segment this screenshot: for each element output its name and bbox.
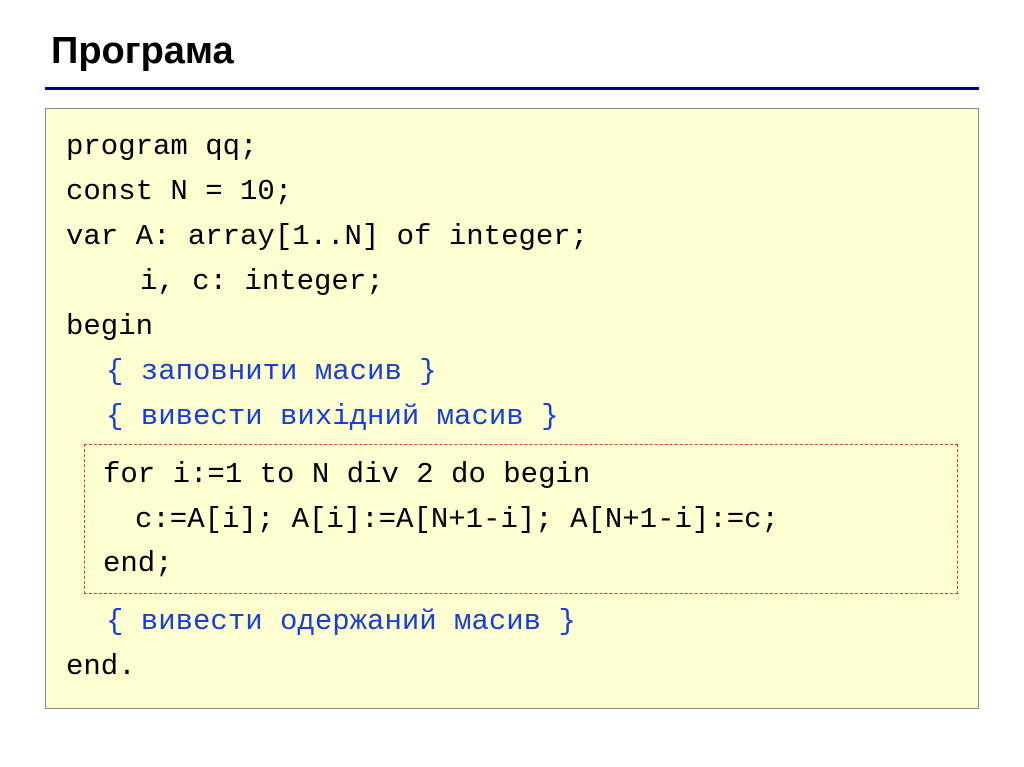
code-line: end; xyxy=(99,542,943,587)
highlighted-loop-box: for i:=1 to N div 2 do begin c:=A[i]; A[… xyxy=(84,444,958,595)
code-line: begin xyxy=(66,305,958,350)
code-line: c:=A[i]; A[i]:=A[N+1-i]; A[N+1-i]:=c; xyxy=(99,498,943,543)
code-line: end. xyxy=(66,645,958,690)
code-block: program qq; const N = 10; var A: array[1… xyxy=(45,108,979,709)
code-comment: { вивести вихідний масив } xyxy=(66,395,958,440)
code-line: const N = 10; xyxy=(66,170,958,215)
slide-title: Програма xyxy=(45,30,979,73)
code-comment: { вивести одержаний масив } xyxy=(66,600,958,645)
code-comment: { заповнити масив } xyxy=(66,350,958,395)
code-line: program qq; xyxy=(66,125,958,170)
code-line: i, c: integer; xyxy=(66,260,958,305)
code-line: var A: array[1..N] of integer; xyxy=(66,215,958,260)
title-underline xyxy=(45,87,979,90)
code-line: for i:=1 to N div 2 do begin xyxy=(99,453,943,498)
